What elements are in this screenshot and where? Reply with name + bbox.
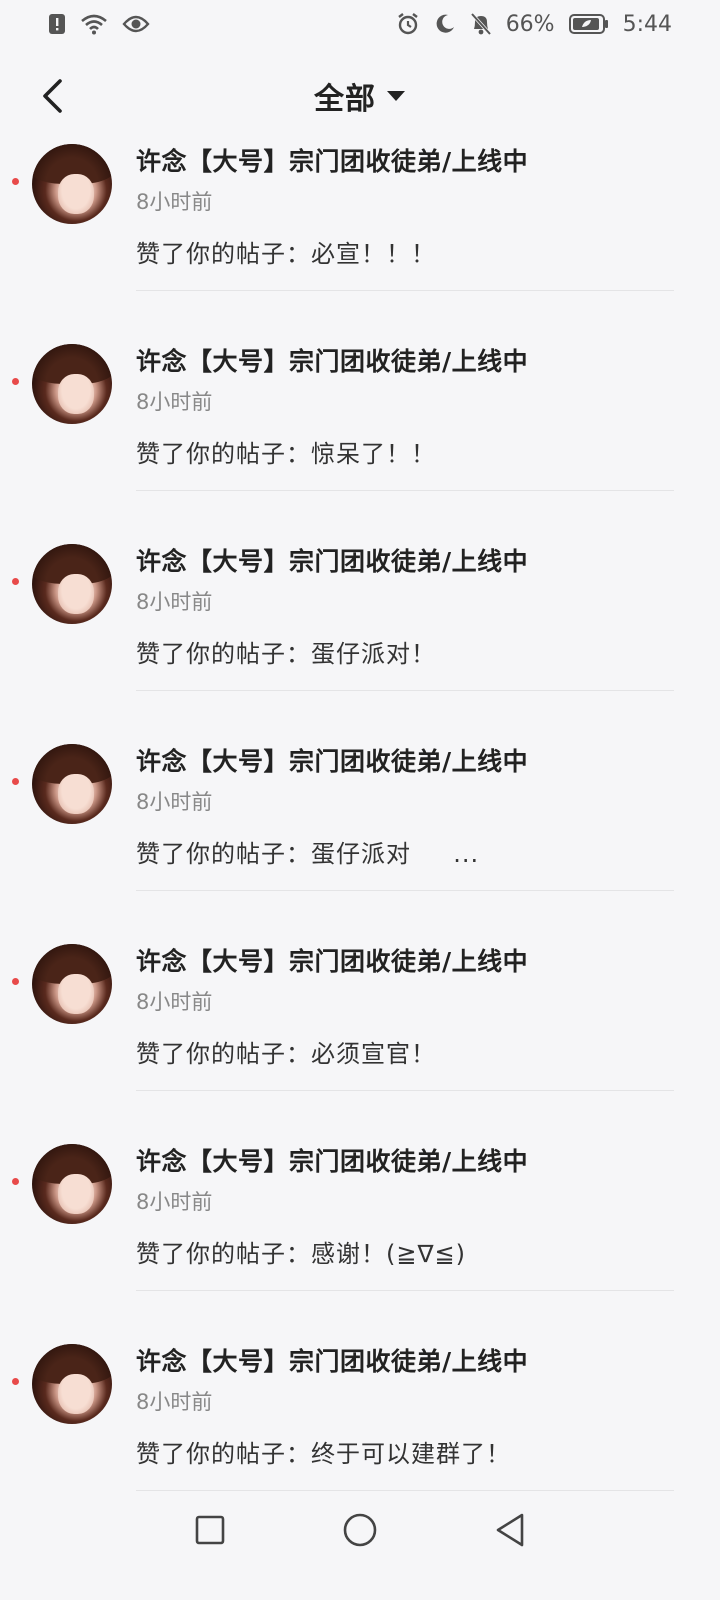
unread-dot: [12, 578, 19, 585]
username[interactable]: 许念【大号】宗门团收徒弟/上线中: [136, 942, 528, 978]
home-button[interactable]: [335, 1505, 385, 1555]
username[interactable]: 许念【大号】宗门团收徒弟/上线中: [136, 1142, 528, 1178]
timestamp: 8小时前: [136, 190, 213, 214]
avatar[interactable]: [32, 344, 112, 424]
square-icon: [195, 1515, 225, 1545]
divider: [136, 1090, 674, 1091]
unread-dot: [12, 978, 19, 985]
divider: [136, 490, 674, 491]
eye-icon: [122, 14, 150, 34]
timestamp: 8小时前: [136, 790, 213, 814]
chevron-left-icon: [43, 79, 62, 113]
filter-dropdown[interactable]: 全部: [314, 74, 406, 118]
unread-dot: [12, 778, 19, 785]
recents-button[interactable]: [185, 1505, 235, 1555]
wifi-icon: [80, 13, 108, 35]
avatar[interactable]: [32, 544, 112, 624]
timestamp: 8小时前: [136, 390, 213, 414]
status-time: 5:44: [622, 11, 672, 37]
timestamp: 8小时前: [136, 990, 213, 1014]
status-bar: 66% 5:44: [0, 0, 720, 48]
notification-item[interactable]: 许念【大号】宗门团收徒弟/上线中 8小时前 赞了你的帖子：蛋仔派对 ...: [0, 740, 720, 940]
avatar[interactable]: [32, 1144, 112, 1224]
avatar[interactable]: [32, 144, 112, 224]
divider: [136, 290, 674, 291]
notification-content[interactable]: 赞了你的帖子：蛋仔派对！: [136, 634, 436, 669]
battery-percent: 66%: [505, 11, 555, 37]
notification-item[interactable]: 许念【大号】宗门团收徒弟/上线中 8小时前 赞了你的帖子：必须宣官！: [0, 940, 720, 1140]
username[interactable]: 许念【大号】宗门团收徒弟/上线中: [136, 142, 528, 178]
alert-icon: [48, 13, 66, 35]
status-left: [48, 13, 150, 35]
notification-content[interactable]: 赞了你的帖子：蛋仔派对 ...: [136, 834, 479, 869]
unread-dot: [12, 1378, 19, 1385]
notification-content[interactable]: 赞了你的帖子：惊呆了！！: [136, 434, 436, 469]
divider: [136, 890, 674, 891]
screen: 66% 5:44 全部 许念【大号】宗门团收徒弟/上线中 8小时前 赞了你的帖子…: [0, 0, 720, 1600]
circle-icon: [343, 1513, 377, 1547]
unread-dot: [12, 1178, 19, 1185]
unread-dot: [12, 178, 19, 185]
username[interactable]: 许念【大号】宗门团收徒弟/上线中: [136, 1342, 528, 1378]
header: 全部: [0, 60, 720, 132]
avatar[interactable]: [32, 744, 112, 824]
notification-content[interactable]: 赞了你的帖子：终于可以建群了！: [136, 1434, 511, 1469]
notification-item[interactable]: 许念【大号】宗门团收徒弟/上线中 8小时前 赞了你的帖子：感谢！(≧∇≦): [0, 1140, 720, 1340]
moon-icon: [434, 13, 456, 35]
timestamp: 8小时前: [136, 590, 213, 614]
status-right: 66% 5:44: [396, 12, 672, 37]
battery-icon: [568, 13, 609, 35]
back-nav-button[interactable]: [485, 1505, 535, 1555]
notification-content[interactable]: 赞了你的帖子：感谢！(≧∇≦): [136, 1234, 466, 1269]
unread-dot: [12, 378, 19, 385]
bell-off-icon: [470, 12, 492, 36]
avatar[interactable]: [32, 1344, 112, 1424]
notification-item[interactable]: 许念【大号】宗门团收徒弟/上线中 8小时前 赞了你的帖子：蛋仔派对！: [0, 540, 720, 740]
notification-content[interactable]: 赞了你的帖子：必须宣官！: [136, 1034, 436, 1069]
caret-down-icon: [387, 91, 405, 101]
navigation-bar: [0, 1490, 720, 1570]
notification-list: 许念【大号】宗门团收徒弟/上线中 8小时前 赞了你的帖子：必宣！！！ 许念【大号…: [0, 140, 720, 1540]
notification-item[interactable]: 许念【大号】宗门团收徒弟/上线中 8小时前 赞了你的帖子：惊呆了！！: [0, 340, 720, 540]
notification-item[interactable]: 许念【大号】宗门团收徒弟/上线中 8小时前 赞了你的帖子：必宣！！！: [0, 140, 720, 340]
triangle-back-icon: [496, 1513, 524, 1547]
timestamp: 8小时前: [136, 1190, 213, 1214]
page-title: 全部: [314, 82, 376, 117]
timestamp: 8小时前: [136, 1390, 213, 1414]
divider: [136, 1290, 674, 1291]
username[interactable]: 许念【大号】宗门团收徒弟/上线中: [136, 742, 528, 778]
alarm-icon: [396, 12, 420, 36]
username[interactable]: 许念【大号】宗门团收徒弟/上线中: [136, 542, 528, 578]
avatar[interactable]: [32, 944, 112, 1024]
back-button[interactable]: [28, 72, 76, 120]
notification-content[interactable]: 赞了你的帖子：必宣！！！: [136, 234, 436, 269]
divider: [136, 690, 674, 691]
username[interactable]: 许念【大号】宗门团收徒弟/上线中: [136, 342, 528, 378]
